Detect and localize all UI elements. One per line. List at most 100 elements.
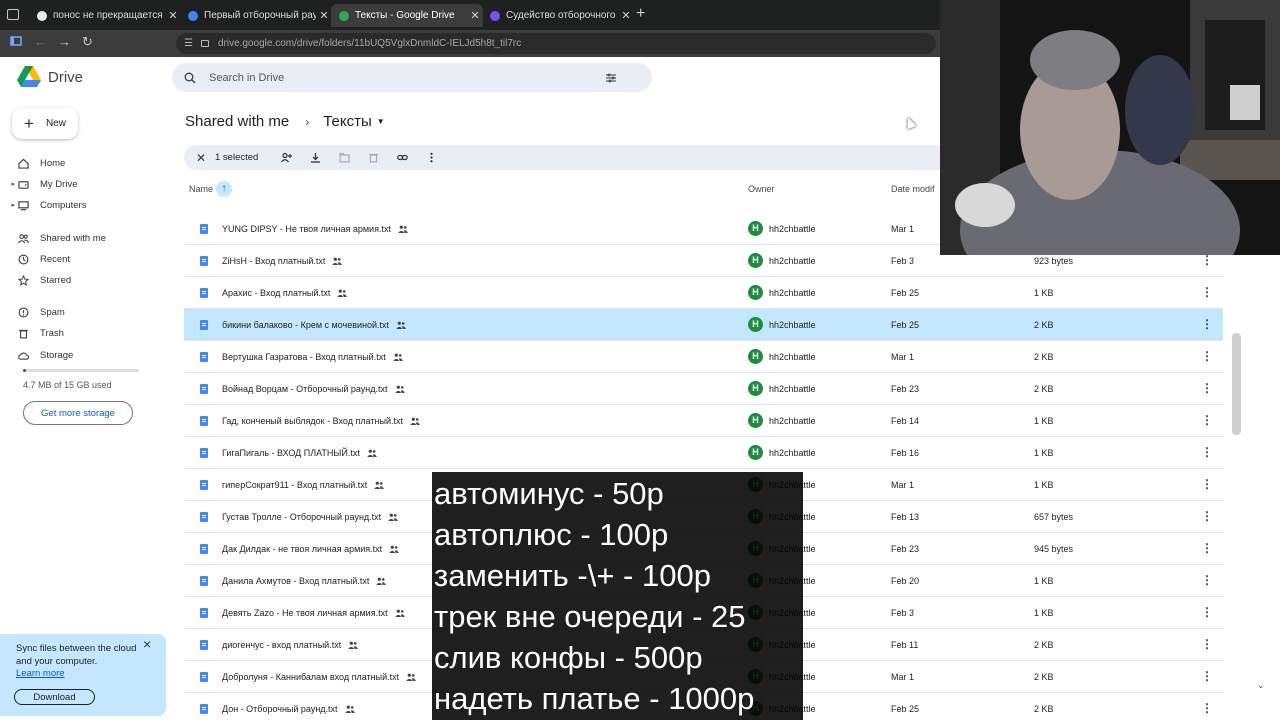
browser-tab[interactable]: Судейство отборочного раунд✕ [482,4,634,27]
sidebar-item-my-drive[interactable]: ▸ My Drive [0,174,160,194]
file-name: Вертушка Газратова - Вход платный.txt [222,352,403,362]
scroll-down-icon[interactable]: ⌄ [1257,680,1265,691]
search-options-icon[interactable] [605,72,617,84]
reload-icon[interactable]: ↻ [82,34,93,50]
get-more-storage-button[interactable]: Get more storage [23,401,133,425]
sidebar-item-trash[interactable]: Trash [0,323,160,343]
search-input[interactable] [209,71,599,84]
row-more-actions-icon[interactable]: ⋮ [1201,253,1213,267]
column-header-owner[interactable]: Owner [748,184,775,194]
sidebar-item-starred[interactable]: Starred [0,270,160,290]
storage-bar [23,369,139,372]
chevron-right-icon: › [305,114,310,129]
download-button[interactable]: Download [14,689,95,705]
row-more-actions-icon[interactable]: ⋮ [1201,605,1213,619]
tab-close-icon[interactable]: ✕ [165,9,181,22]
row-more-actions-icon[interactable]: ⋮ [1201,413,1213,427]
forward-icon[interactable]: → [58,34,71,49]
address-bar[interactable]: ☰ drive.google.com/drive/folders/11bUQ5V… [176,33,936,54]
shared-icon [406,673,416,681]
row-more-actions-icon[interactable]: ⋮ [1201,349,1213,363]
row-more-actions-icon[interactable]: ⋮ [1201,381,1213,395]
scrollbar-thumb[interactable] [1232,333,1241,435]
date-modified: Mar 1 [891,352,915,362]
learn-more-link[interactable]: Learn more [16,668,65,679]
drive-logo-text[interactable]: Drive [48,69,83,86]
row-more-actions-icon[interactable]: ⋮ [1201,285,1213,299]
breadcrumb-current-folder[interactable]: Тексты [323,113,372,130]
row-more-actions-icon[interactable]: ⋮ [1201,637,1213,651]
file-row[interactable]: Гад, конченый выблядок - Вход платный.tx… [184,405,1223,437]
shared-icon [410,417,420,425]
row-more-actions-icon[interactable]: ⋮ [1201,669,1213,683]
download-icon[interactable] [310,152,321,163]
owner-avatar: H [748,381,763,396]
search-icon[interactable] [184,72,196,84]
expand-caret-icon[interactable]: ▸ [0,201,18,209]
text-file-icon [200,416,208,426]
owner-name: hh2chbattle [769,448,816,458]
site-settings-icon[interactable]: ☰ [184,38,193,49]
clear-selection-icon[interactable]: ✕ [184,151,206,165]
close-icon[interactable]: × [143,636,151,652]
sidebar-toggle-icon[interactable] [10,35,22,50]
row-more-actions-icon[interactable]: ⋮ [1201,541,1213,555]
sidebar-item-storage[interactable]: Storage [0,345,160,365]
file-row[interactable]: бикини балаково - Крем с мочевиной.txt Hh… [184,309,1223,341]
storage-bar-fill [23,369,27,372]
file-name: ГигаПигаль - ВХОД ПЛАТНЫЙ.txt [222,448,377,458]
share-icon[interactable] [281,152,293,163]
sidebar-item-recent[interactable]: Recent [0,249,160,269]
row-more-actions-icon[interactable]: ⋮ [1201,477,1213,491]
sidebar-item-shared-with-me[interactable]: Shared with me [0,228,160,248]
folder-menu-dropdown-icon[interactable]: ▼ [377,117,385,126]
file-size: 2 KB [1034,352,1054,362]
column-header-name[interactable]: Name [189,184,213,194]
sidebar-item-spam[interactable]: Spam [0,302,160,322]
text-file-icon [200,672,208,682]
text-file-icon [200,224,208,234]
drive-logo-icon[interactable] [17,66,41,87]
row-more-actions-icon[interactable]: ⋮ [1201,445,1213,459]
sort-ascending-icon[interactable]: ↑ [216,181,232,197]
file-row[interactable]: Вертушка Газратова - Вход платный.txt Hhh… [184,341,1223,373]
mouse-cursor-icon [903,115,917,130]
price-list-overlay: автоминус - 50р автоплюс - 100р заменить -… [432,472,803,720]
browser-tab[interactable]: понос не прекращается недел✕ [29,4,181,27]
row-more-actions-icon[interactable]: ⋮ [1201,317,1213,331]
row-more-actions-icon[interactable]: ⋮ [1201,701,1213,715]
sidebar-item-home[interactable]: Home [0,153,160,173]
date-modified: Feb 13 [891,512,920,522]
text-file-icon [200,640,208,650]
text-file-icon [200,480,208,490]
sync-message: Sync files between the cloud and your co… [16,643,137,667]
file-name: YUNG DIPSY - Не твоя личная армия.txt [222,224,408,234]
back-icon[interactable]: ← [34,34,47,49]
sidebar-item-computers[interactable]: ▸ Computers [0,195,160,215]
row-more-actions-icon[interactable]: ⋮ [1201,573,1213,587]
tab-close-icon[interactable]: ✕ [316,9,332,22]
tab-close-icon[interactable]: ✕ [618,9,634,22]
breadcrumb-shared-with-me[interactable]: Shared with me [185,113,289,130]
column-header-date[interactable]: Date modif [891,184,935,194]
copy-link-icon[interactable] [397,152,409,163]
overlay-line: автоминус - 50р [434,476,664,511]
new-button[interactable]: + New [12,108,78,139]
file-name: бикини балаково - Крем с мочевиной.txt [222,320,406,330]
file-row[interactable]: Войнад Ворцам - Отборочный раунд.txt Hhh2… [184,373,1223,405]
row-more-actions-icon[interactable]: ⋮ [1201,509,1213,523]
new-tab-button[interactable]: + [636,5,645,23]
computer-icon [18,200,29,210]
expand-caret-icon[interactable]: ▸ [0,180,18,188]
file-name-text: Вертушка Газратова - Вход платный.txt [222,352,386,362]
file-name: гиперСократ911 - Вход платный.txt [222,480,385,490]
file-row[interactable]: ГигаПигаль - ВХОД ПЛАТНЫЙ.txt Hhh2chbattl… [184,437,1223,469]
text-file-icon [200,352,208,362]
more-actions-icon[interactable] [426,152,437,163]
file-name: Дак Дилдак - не твоя личная армия.txt [222,544,399,554]
tab-close-icon[interactable]: ✕ [467,9,483,22]
browser-tab[interactable]: Тексты - Google Drive ✕ [331,4,483,27]
file-row[interactable]: Арахис - Вход платный.txt Hhh2chbattle Feb… [184,277,1223,309]
browser-tab[interactable]: Первый отборочный раунд -✕ [180,4,332,27]
tab-actions-icon[interactable] [7,9,19,20]
